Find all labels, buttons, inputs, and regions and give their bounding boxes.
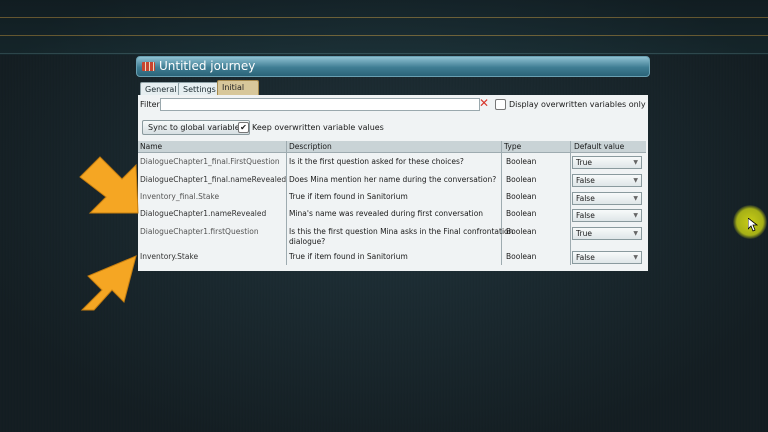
- variable-type: Boolean: [506, 175, 537, 184]
- variable-type: Boolean: [506, 227, 537, 236]
- variable-type: Boolean: [506, 209, 537, 218]
- variable-description: Is it the first question asked for these…: [289, 157, 464, 166]
- divider-line: [0, 17, 768, 18]
- default-value-dropdown[interactable]: False ▼: [572, 209, 642, 222]
- chevron-down-icon: ▼: [633, 159, 638, 166]
- checkmark-icon: ✔: [240, 123, 247, 132]
- chevron-down-icon: ▼: [633, 177, 638, 184]
- background-top-band: [0, 0, 768, 55]
- mouse-pointer-icon: [748, 218, 758, 232]
- variable-name: DialogueChapter1_final.nameRevealed: [140, 175, 287, 184]
- keep-overwritten-label: Keep overwritten variable values: [252, 123, 384, 132]
- variable-name: Inventory.Stake: [140, 252, 199, 261]
- variable-type: Boolean: [506, 192, 537, 201]
- variable-description-continued: dialogue?: [289, 237, 326, 246]
- divider-line: [0, 53, 768, 54]
- annotation-arrow-icon: [80, 255, 137, 311]
- variable-name: DialogueChapter1.nameRevealed: [140, 209, 267, 218]
- annotation-arrow-icon: [79, 156, 139, 214]
- filter-input[interactable]: [160, 98, 480, 111]
- column-divider: [570, 141, 571, 265]
- chevron-down-icon: ▼: [633, 254, 638, 261]
- default-value-dropdown[interactable]: False ▼: [572, 192, 642, 205]
- variable-type: Boolean: [506, 157, 537, 166]
- variable-name: Inventory_final.Stake: [140, 192, 220, 201]
- column-header-description[interactable]: Description: [289, 141, 332, 152]
- variable-description: True if item found in Sanitorium: [289, 192, 408, 201]
- display-overwritten-label: Display overwritten variables only: [509, 100, 646, 109]
- column-header-name[interactable]: Name: [140, 141, 162, 152]
- tab-settings[interactable]: Settings: [178, 82, 221, 96]
- chevron-down-icon: ▼: [633, 230, 638, 237]
- column-divider: [501, 141, 502, 265]
- default-value-dropdown[interactable]: False ▼: [572, 251, 642, 264]
- window-title: Untitled journey: [159, 59, 256, 73]
- dropdown-value: True: [576, 229, 592, 238]
- variable-name: DialogueChapter1_final.FirstQuestion: [140, 157, 280, 166]
- divider-line: [0, 35, 768, 36]
- window-titlebar[interactable]: Untitled journey: [136, 56, 650, 77]
- dropdown-value: False: [576, 176, 595, 185]
- column-divider: [286, 141, 287, 265]
- variable-name: DialogueChapter1.firstQuestion: [140, 227, 259, 236]
- variable-description: Does Mina mention her name during the co…: [289, 175, 497, 184]
- dropdown-value: False: [576, 211, 595, 220]
- column-header-type[interactable]: Type: [504, 141, 521, 152]
- default-value-dropdown[interactable]: True ▼: [572, 227, 642, 240]
- default-value-dropdown[interactable]: True ▼: [572, 156, 642, 169]
- display-overwritten-checkbox[interactable]: [495, 99, 506, 110]
- tab-initial-variable-values[interactable]: Initial variable values: [217, 80, 260, 118]
- variable-description: Is this the first question Mina asks in …: [289, 227, 514, 236]
- dropdown-value: False: [576, 253, 595, 262]
- sync-to-global-button[interactable]: Sync to global variables: [142, 120, 250, 135]
- dropdown-value: True: [576, 158, 592, 167]
- journey-icon: [142, 62, 155, 71]
- variable-description: Mina's name was revealed during first co…: [289, 209, 484, 218]
- tab-general[interactable]: General: [140, 82, 182, 96]
- variable-type: Boolean: [506, 252, 537, 261]
- keep-overwritten-checkbox[interactable]: ✔: [238, 122, 249, 133]
- clear-filter-icon[interactable]: ✕: [479, 96, 489, 110]
- dropdown-value: False: [576, 194, 595, 203]
- variable-description: True if item found in Sanitorium: [289, 252, 408, 261]
- chevron-down-icon: ▼: [633, 212, 638, 219]
- default-value-dropdown[interactable]: False ▼: [572, 174, 642, 187]
- chevron-down-icon: ▼: [633, 195, 638, 202]
- column-header-default-value[interactable]: Default value: [574, 141, 624, 152]
